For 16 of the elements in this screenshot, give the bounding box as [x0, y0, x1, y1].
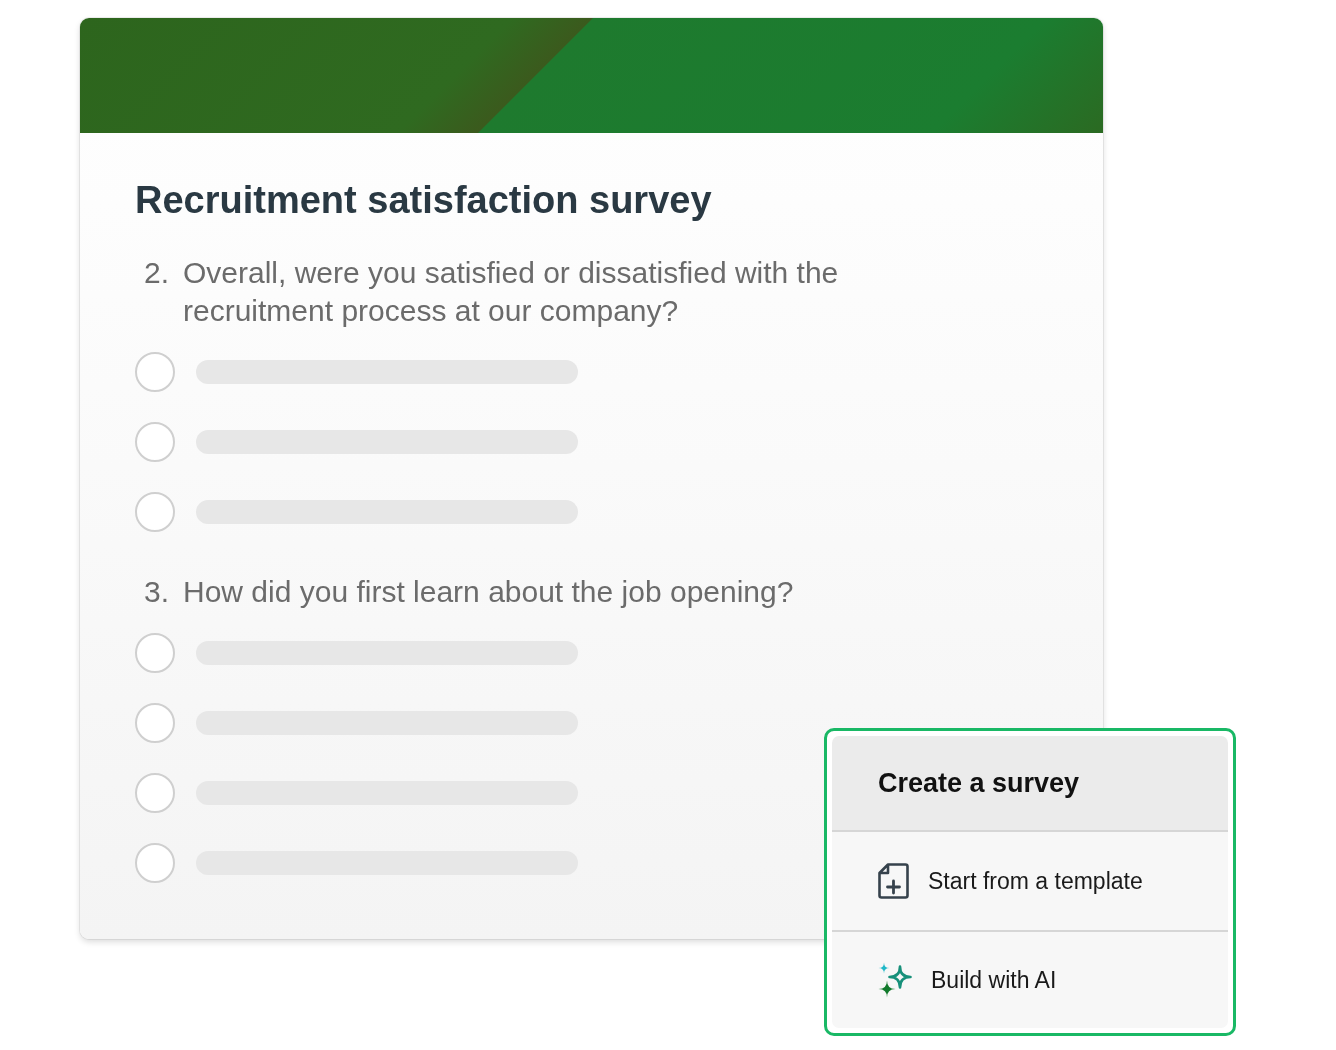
radio-button[interactable] [135, 492, 175, 532]
question-number: 2. [144, 255, 171, 291]
survey-title: Recruitment satisfaction survey [135, 178, 713, 222]
radio-button[interactable] [135, 422, 175, 462]
radio-button[interactable] [135, 843, 175, 883]
question-text: How did you first learn about the job opening? [183, 574, 794, 610]
menu-item[interactable]: Build with AI [832, 930, 1228, 1028]
question-number: 3. [144, 574, 171, 610]
question-text: Overall, were you satisfied or dissatisfied with the recruitment process at our company? [183, 255, 840, 329]
radio-button[interactable] [135, 703, 175, 743]
radio-button[interactable] [135, 633, 175, 673]
radio-button[interactable] [135, 773, 175, 813]
radio-button[interactable] [135, 352, 175, 392]
menu-item[interactable]: Start from a template [832, 832, 1228, 930]
document-plus-icon [878, 863, 909, 899]
menu-title: Create a survey [878, 767, 1080, 799]
